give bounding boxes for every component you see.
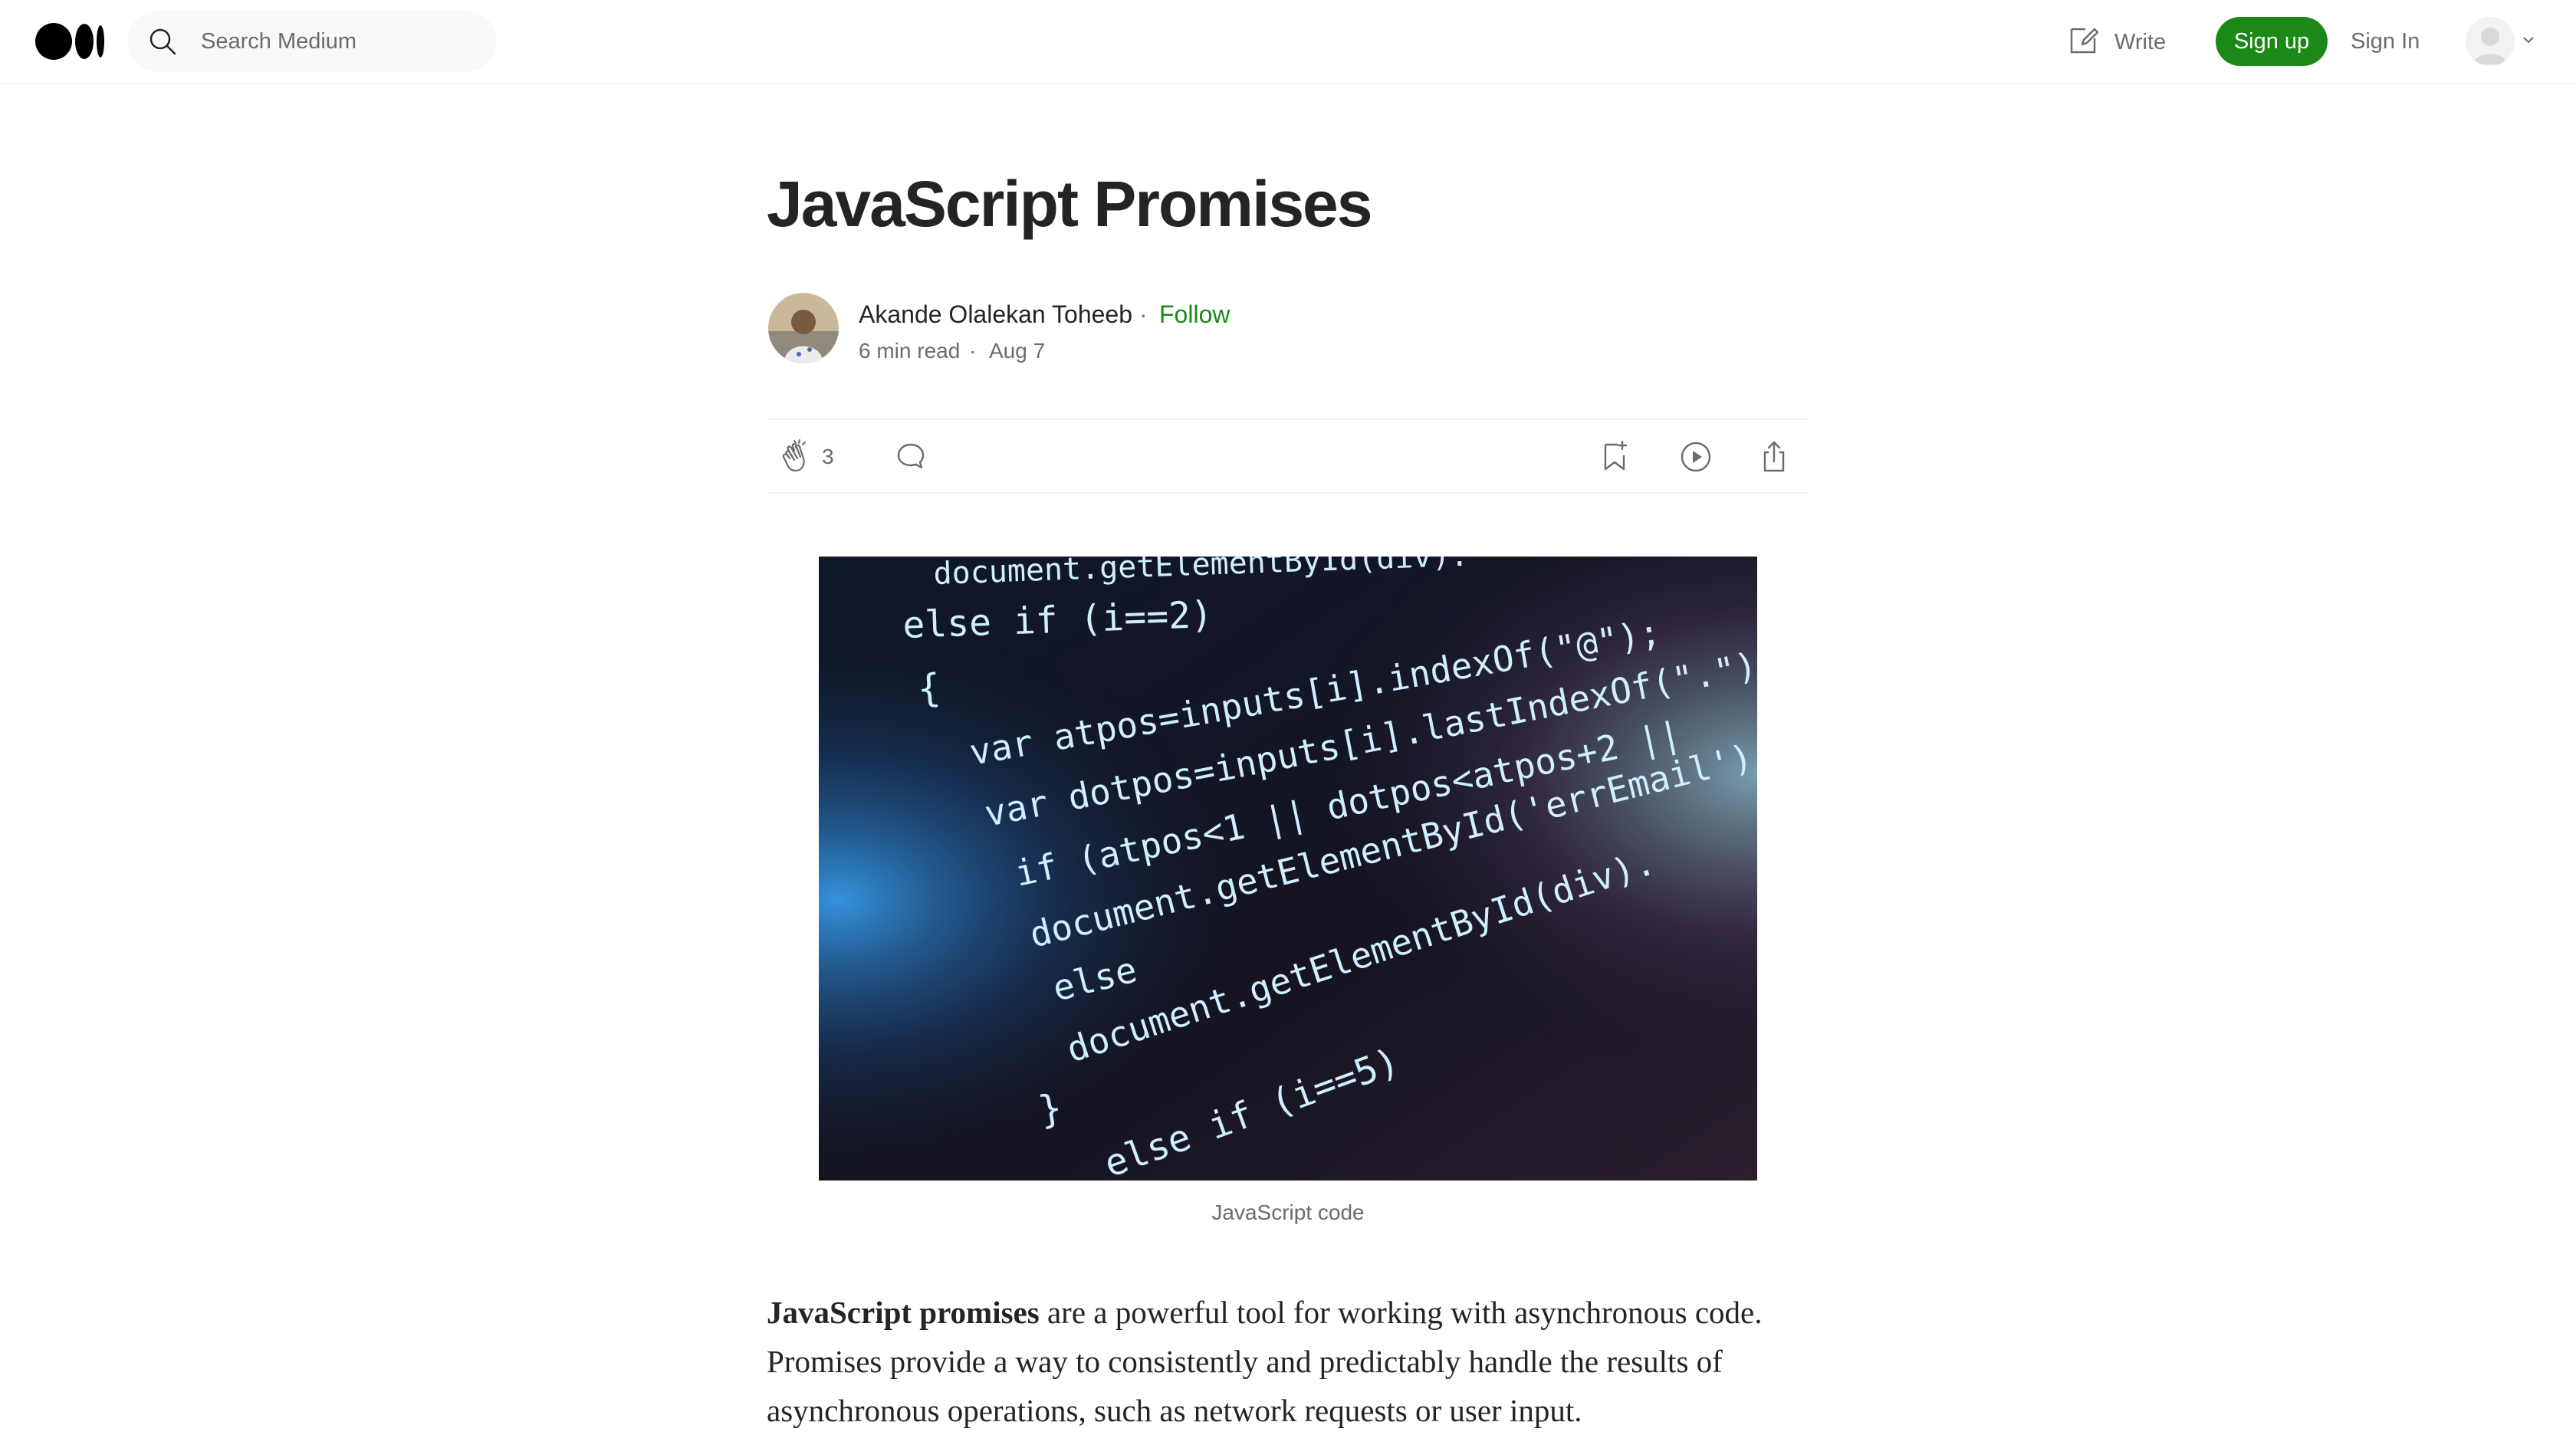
intro-bold-text: JavaScript promises (767, 1295, 1040, 1330)
publish-date: Aug 7 (989, 339, 1046, 363)
separator-dot: · (1139, 300, 1148, 328)
article-action-bar: 3 (767, 419, 1809, 494)
article-hero-image: document.getElementById(div). else if (i=… (819, 557, 1757, 1181)
article-paragraph: JavaScript promises are a powerful tool … (767, 1288, 1809, 1435)
search-bar[interactable]: Search Medium (127, 11, 497, 72)
author-name[interactable]: Akande Olalekan Toheeb (859, 296, 1132, 333)
code-line: { (916, 665, 942, 711)
bookmark-add-icon[interactable] (1596, 438, 1633, 475)
image-caption: JavaScript code (1211, 1200, 1365, 1224)
medium-logo[interactable] (35, 23, 106, 60)
sign-in-link[interactable]: Sign In (2351, 17, 2420, 66)
author-avatar[interactable] (768, 293, 839, 363)
user-avatar[interactable] (2466, 17, 2515, 66)
share-icon[interactable] (1756, 438, 1792, 475)
top-nav: Search Medium Write Sign up Sign In (0, 0, 2576, 84)
search-input[interactable]: Search Medium (201, 11, 356, 72)
search-icon (150, 28, 176, 55)
article-title: JavaScript Promises (767, 168, 1372, 240)
separator-dot: · (969, 339, 977, 363)
read-time: 6 min read (859, 339, 961, 363)
write-label: Write (2114, 30, 2167, 54)
sign-up-button[interactable]: Sign up (2216, 17, 2328, 66)
clap-count: 3 (822, 445, 834, 468)
follow-button[interactable]: Follow (1159, 296, 1230, 333)
default-avatar-icon (2466, 17, 2515, 66)
chevron-down-icon[interactable] (2521, 32, 2536, 48)
clap-icon[interactable] (779, 438, 816, 475)
code-image: document.getElementById(div).else if (i=… (819, 557, 1757, 1181)
play-icon[interactable] (1677, 438, 1714, 475)
comment-icon[interactable] (892, 438, 929, 475)
author-photo (768, 293, 839, 363)
write-icon (2070, 28, 2099, 54)
